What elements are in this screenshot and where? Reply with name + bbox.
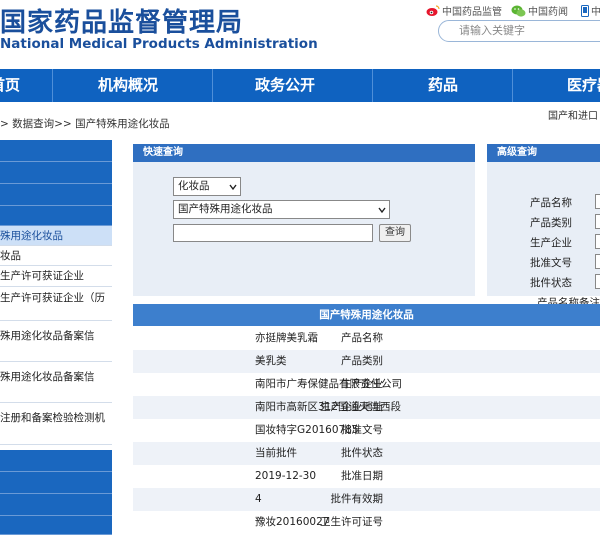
- site-search-input[interactable]: 请输入关键字: [438, 20, 600, 42]
- adv-input-product-name[interactable]: [595, 194, 600, 209]
- detail-title: 国产特殊用途化妆品: [133, 304, 600, 326]
- top-right-note: 国产和进口: [548, 111, 598, 122]
- weibo-link-label: 中国药品监管: [442, 7, 502, 18]
- nav-divider: [372, 69, 373, 102]
- nav-item-organization[interactable]: 机构概况: [98, 69, 158, 102]
- detail-row: 批准文号 国妆特字G20160785: [133, 419, 600, 442]
- wechat-icon: [511, 5, 526, 17]
- site-logo-chinese[interactable]: 国家药品监督管理局: [0, 2, 243, 39]
- chevron-down-icon: [378, 207, 386, 214]
- adv-label-product-category: 产品类别: [530, 217, 572, 229]
- sidebar-item-label: 生产许可获证企业: [0, 270, 84, 282]
- category-select-value: 化妆品: [178, 180, 210, 192]
- nav-item-drugs[interactable]: 药品: [428, 69, 458, 102]
- detail-label: 批准日期: [341, 470, 383, 482]
- detail-label: 批件状态: [341, 447, 383, 459]
- adv-label-approval-status: 批件状态: [530, 277, 572, 289]
- breadcrumb: > 数据查询>> 国产特殊用途化妆品: [0, 118, 170, 130]
- detail-row: 产品名称 亦挺牌美乳霜: [133, 327, 600, 350]
- detail-row: 生产企业地址 南阳市高新区312国道天洼西段: [133, 396, 600, 419]
- detail-label: 产品类别: [341, 355, 383, 367]
- detail-value: 4: [255, 493, 262, 505]
- sidebar-item-label: 生产许可获证企业（历: [0, 292, 105, 304]
- adv-label-manufacturer: 生产企业: [530, 237, 572, 249]
- mobile-icon: [581, 5, 589, 17]
- sidebar-item-testing-institutions[interactable]: 注册和备案检验检测机: [0, 403, 112, 445]
- detail-label: 批件有效期: [330, 493, 384, 505]
- detail-row: 卫生许可证号 豫妆20160027: [133, 511, 600, 534]
- adv-input-approval-status[interactable]: [595, 274, 600, 289]
- database-select-value: 国产特殊用途化妆品: [178, 203, 273, 215]
- sidebar-item[interactable]: [0, 206, 112, 226]
- advanced-search-body: 产品名称 产品类别 生产企业 批准文号 批件状态 产品名称备注: [487, 162, 600, 309]
- sidebar-item-filing-info-2[interactable]: 殊用途化妆品备案信: [0, 362, 112, 403]
- sidebar-item-licensed-enterprises[interactable]: 生产许可获证企业: [0, 266, 112, 287]
- detail-value: 南阳市高新区312国道天洼西段: [255, 401, 402, 413]
- detail-value: 美乳类: [255, 355, 287, 367]
- chevron-down-icon: [229, 184, 237, 191]
- detail-row: 生产企业 南阳市广寿保健品有限责任公司: [133, 373, 600, 396]
- nav-divider: [212, 69, 213, 102]
- sidebar-item[interactable]: [0, 140, 112, 162]
- detail-value: 2019-12-30: [255, 470, 317, 482]
- detail-value: 亦挺牌美乳霜: [255, 332, 318, 344]
- sidebar-item-filing-info-1[interactable]: 殊用途化妆品备案信: [0, 321, 112, 362]
- site-search-placeholder: 请输入关键字: [459, 24, 525, 37]
- adv-label-approval-number: 批准文号: [530, 257, 572, 269]
- detail-row: 批准日期 2019-12-30: [133, 465, 600, 488]
- detail-value: 豫妆20160027: [255, 516, 330, 528]
- wechat-link[interactable]: 中国药闻: [511, 3, 568, 18]
- sidebar-item-label: 注册和备案检验检测机: [0, 412, 105, 424]
- detail-value: 当前批件: [255, 447, 297, 459]
- quick-search-panel: 快速查询 化妆品 国产特殊用途化妆品 查询: [133, 144, 475, 296]
- sidebar-item-label: 殊用途化妆品: [0, 230, 63, 242]
- sidebar-item[interactable]: [0, 184, 112, 206]
- nav-divider: [512, 69, 513, 102]
- adv-label-product-name: 产品名称: [530, 197, 572, 209]
- adv-input-approval-number[interactable]: [595, 254, 600, 269]
- adv-input-manufacturer[interactable]: [595, 234, 600, 249]
- mobile-link-label: 中: [591, 7, 600, 18]
- site-logo-english[interactable]: National Medical Products Administration: [0, 36, 318, 52]
- detail-label: 产品名称: [341, 332, 383, 344]
- weibo-icon: [426, 5, 440, 16]
- sidebar-item-label: 殊用途化妆品备案信: [0, 371, 95, 383]
- sidebar-item[interactable]: [0, 450, 112, 472]
- sidebar-item-special-cosmetics[interactable]: 殊用途化妆品: [0, 226, 112, 246]
- sidebar-item-cosmetics[interactable]: 妆品: [0, 246, 112, 266]
- sidebar: 殊用途化妆品 妆品 生产许可获证企业 生产许可获证企业（历 殊用途化妆品备案信 …: [0, 140, 112, 535]
- detail-value: 南阳市广寿保健品有限责任公司: [255, 378, 402, 390]
- sidebar-item[interactable]: [0, 494, 112, 516]
- sidebar-item-licensed-enterprises-history[interactable]: 生产许可获证企业（历: [0, 287, 112, 321]
- nav-divider: [52, 69, 53, 102]
- detail-row: 批件有效期 4: [133, 488, 600, 511]
- weibo-link[interactable]: 中国药品监管: [426, 3, 502, 18]
- nav-item-home[interactable]: 首页: [0, 69, 20, 102]
- quick-search-body: 化妆品 国产特殊用途化妆品 查询: [133, 162, 475, 296]
- adv-input-product-category[interactable]: [595, 214, 600, 229]
- nav-item-government-affairs[interactable]: 政务公开: [255, 69, 315, 102]
- mobile-link[interactable]: 中: [581, 3, 600, 18]
- nav-item-home-label: 首页: [0, 76, 21, 94]
- sidebar-item[interactable]: [0, 472, 112, 494]
- quick-search-title: 快速查询: [133, 144, 475, 162]
- main-nav: 首页 机构概况 政务公开 药品 医疗器械: [0, 69, 600, 102]
- keyword-input[interactable]: [173, 224, 373, 242]
- search-button[interactable]: 查询: [379, 224, 411, 242]
- advanced-search-panel: 高级查询 产品名称 产品类别 生产企业 批准文号 批件状态 产品名称备注: [487, 144, 600, 309]
- nav-item-medical-devices[interactable]: 医疗器械: [567, 69, 600, 102]
- sidebar-item[interactable]: [0, 516, 112, 535]
- sidebar-item[interactable]: [0, 162, 112, 184]
- detail-row: 产品类别 美乳类: [133, 350, 600, 373]
- sidebar-item-label: 殊用途化妆品备案信: [0, 330, 95, 342]
- advanced-search-title: 高级查询: [487, 144, 600, 162]
- detail-row: 批件状态 当前批件: [133, 442, 600, 465]
- category-select[interactable]: 化妆品: [173, 177, 241, 196]
- wechat-link-label: 中国药闻: [528, 7, 568, 18]
- database-select[interactable]: 国产特殊用途化妆品: [173, 200, 390, 219]
- detail-value: 国妆特字G20160785: [255, 424, 359, 436]
- sidebar-item-label: 妆品: [0, 250, 21, 262]
